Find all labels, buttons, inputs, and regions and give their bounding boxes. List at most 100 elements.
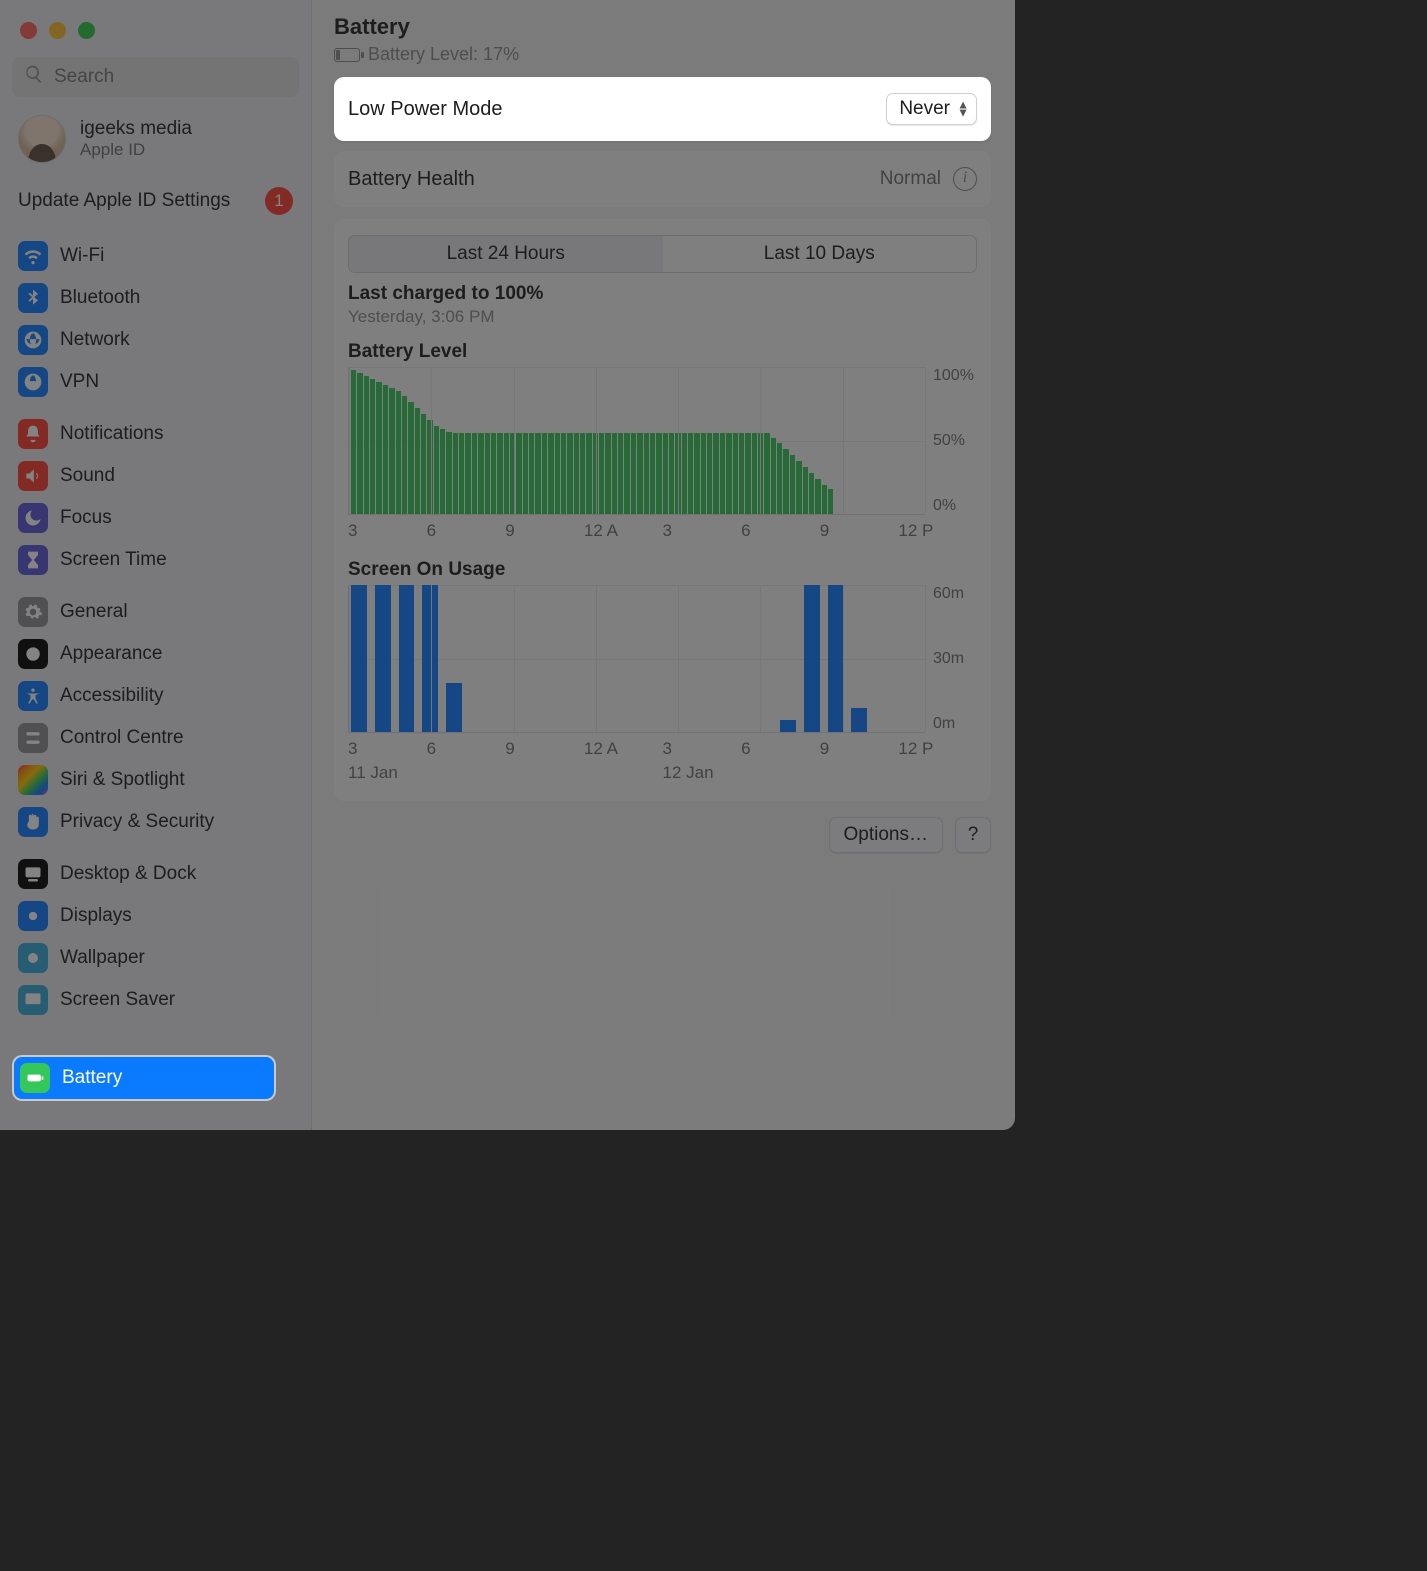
item-label: Wi-Fi [60,245,104,267]
y-tick: 100% [933,367,977,385]
battery-icon [334,48,360,62]
segment-24h[interactable]: Last 24 Hours [349,236,663,272]
minimize-window-button[interactable] [49,22,66,39]
sidebar-item-vpn[interactable]: VPN [12,361,299,403]
item-label: Control Centre [60,727,184,749]
sidebar-item-bluetooth[interactable]: Bluetooth [12,277,299,319]
update-label: Update Apple ID Settings [18,189,230,213]
sidebar-item-battery[interactable]: Battery [14,1057,274,1099]
search-field[interactable] [12,57,299,97]
x-tick: 6 [741,739,820,759]
bell-icon [18,419,48,449]
hourglass-icon [18,545,48,575]
item-label: General [60,601,128,623]
x-tick: 6 [427,521,506,541]
x-tick: 9 [505,739,584,759]
date-row: 11 Jan12 Jan [348,763,977,783]
x-tick: 3 [663,521,742,541]
update-badge: 1 [265,187,293,215]
moon-icon [18,503,48,533]
info-icon[interactable] [953,167,977,191]
x-tick: 3 [663,739,742,759]
screensaver-icon [18,985,48,1015]
x-axis: 36912 A36912 P [348,521,977,541]
search-icon [24,64,44,90]
help-button[interactable]: ? [955,817,991,853]
x-tick: 12 A [584,521,663,541]
item-label: Notifications [60,423,164,445]
sidebar-item-appearance[interactable]: Appearance [12,633,299,675]
item-label: VPN [60,371,99,393]
x-tick: 9 [505,521,584,541]
sidebar-item-accessibility[interactable]: Accessibility [12,675,299,717]
date-label: 11 Jan [348,763,663,783]
gear-icon [18,597,48,627]
search-input[interactable] [54,66,299,88]
date-label: 12 Jan [663,763,978,783]
item-label: Privacy & Security [60,811,214,833]
options-button[interactable]: Options… [829,817,943,853]
x-tick: 3 [348,739,427,759]
wallpaper-icon [18,943,48,973]
screen-on-chart: 60m 30m 0m [348,585,977,733]
bluetooth-icon [18,283,48,313]
x-tick: 12 A [584,739,663,759]
battery-health-row[interactable]: Battery Health Normal [334,151,991,207]
item-label: Wallpaper [60,947,145,969]
speaker-icon [18,461,48,491]
low-power-mode-row: Low Power Mode Never ▲▼ [334,77,991,141]
last-charge-sub: Yesterday, 3:06 PM [348,307,977,327]
sidebar-item-network[interactable]: Network [12,319,299,361]
item-label: Bluetooth [60,287,140,309]
y-tick: 50% [933,432,977,450]
x-tick: 9 [820,521,899,541]
sidebar-item-displays[interactable]: Displays [12,895,299,937]
item-label: Appearance [60,643,162,665]
last-charge-title: Last charged to 100% [348,283,977,305]
sidebar-item-wallpaper[interactable]: Wallpaper [12,937,299,979]
segment-10d[interactable]: Last 10 Days [663,236,977,272]
sidebar-item-siri[interactable]: Siri & Spotlight [12,759,299,801]
globe-icon [18,325,48,355]
dock-icon [18,859,48,889]
appearance-icon [18,639,48,669]
sidebar-item-screen-saver[interactable]: Screen Saver [12,979,299,1021]
fullscreen-window-button[interactable] [78,22,95,39]
chart1-title: Battery Level [348,341,977,363]
sidebar-item-focus[interactable]: Focus [12,497,299,539]
sidebar-item-general[interactable]: General [12,591,299,633]
sidebar-item-notifications[interactable]: Notifications [12,413,299,455]
y-tick: 0m [933,715,977,733]
item-label: Screen Saver [60,989,175,1011]
item-label: Screen Time [60,549,167,571]
x-axis: 36912 A36912 P [348,739,977,759]
hand-icon [18,807,48,837]
battery-level-chart: 100% 50% 0% [348,367,977,515]
x-tick: 9 [820,739,899,759]
display-icon [18,901,48,931]
sidebar-item-privacy[interactable]: Privacy & Security [12,801,299,843]
update-apple-id-row[interactable]: Update Apple ID Settings 1 [12,173,299,225]
sidebar-item-wifi[interactable]: Wi-Fi [12,235,299,277]
avatar [18,115,66,163]
item-label: Displays [60,905,132,927]
item-label: Focus [60,507,112,529]
wifi-icon [18,241,48,271]
time-range-segment[interactable]: Last 24 Hours Last 10 Days [348,235,977,273]
x-tick: 12 P [898,739,977,759]
x-tick: 12 P [898,521,977,541]
x-tick: 6 [741,521,820,541]
item-label: Siri & Spotlight [60,769,185,791]
close-window-button[interactable] [20,22,37,39]
item-label: Battery [62,1067,122,1089]
sidebar-item-sound[interactable]: Sound [12,455,299,497]
apple-id-row[interactable]: igeeks media Apple ID [12,97,299,173]
sidebar-item-screen-time[interactable]: Screen Time [12,539,299,581]
sidebar-item-control-centre[interactable]: Control Centre [12,717,299,759]
chevron-updown-icon: ▲▼ [957,101,969,118]
battery-health-value: Normal [880,168,941,190]
y-tick: 60m [933,585,977,603]
low-power-mode-select[interactable]: Never ▲▼ [886,93,977,125]
item-label: Accessibility [60,685,163,707]
sidebar-item-desktop-dock[interactable]: Desktop & Dock [12,853,299,895]
